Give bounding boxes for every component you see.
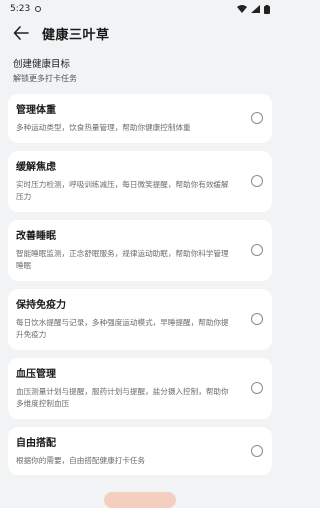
goal-title: 管理体重 [16, 105, 56, 116]
status-time: 5:23 [10, 4, 31, 14]
page-title: 健康三叶草 [42, 27, 110, 43]
goal-description: 智能睡眠监测，正念舒眠服务，规律运动助眠，帮助你科学管理睡眠 [16, 248, 229, 271]
intro-section: 创建健康目标 解锁更多打卡任务 [0, 48, 280, 88]
signal-icon [251, 5, 260, 13]
goal-title: 自由搭配 [16, 437, 56, 449]
goal-radio[interactable] [251, 382, 263, 394]
goal-title: 改善睡眠 [16, 230, 56, 242]
goal-card-blood-pressure[interactable]: 血压管理 血压测量计划与提醒，服药计划与提醒，盐分摄入控制，帮助你多维度控制血压 [8, 357, 272, 419]
goal-title: 保持免疫力 [16, 299, 66, 311]
goal-description: 根据你的需要，自由搭配健康打卡任务 [16, 455, 146, 465]
back-button[interactable] [12, 24, 30, 42]
notification-icon [35, 6, 42, 12]
goal-card-sleep[interactable]: 改善睡眠 智能睡眠监测，正念舒眠服务，规律运动助眠，帮助你科学管理睡眠 [8, 219, 272, 281]
intro-title: 创建健康目标 [13, 59, 71, 70]
status-bar: 5:23 [0, 0, 280, 18]
goal-card-immunity[interactable]: 保持免疫力 每日饮水提醒与记录，多种强度运动模式，早睡提醒，帮助你提升免疫力 [8, 288, 272, 350]
goal-description: 实时压力检测，呼吸训练减压，每日微笑提醒，帮助你有效缓解压力 [16, 179, 229, 202]
goal-description: 血压测量计划与提醒，服药计划与提醒，盐分摄入控制，帮助你多维度控制血压 [16, 386, 229, 409]
goal-list: 管理体重 多种运动类型，饮食热量管理，帮助你健康控制体重 缓解焦虑 实时压力检测… [0, 94, 280, 475]
goal-description: 每日饮水提醒与记录，多种强度运动模式，早睡提醒，帮助你提升免疫力 [16, 317, 229, 340]
goal-radio[interactable] [251, 244, 263, 256]
intro-subtitle: 解锁更多打卡任务 [13, 74, 77, 83]
goal-title: 缓解焦虑 [16, 161, 56, 173]
confirm-button[interactable] [104, 492, 176, 508]
goal-radio[interactable] [251, 313, 263, 325]
app-header: 健康三叶草 [0, 18, 280, 48]
goal-card-anxiety[interactable]: 缓解焦虑 实时压力检测，呼吸训练减压，每日微笑提醒，帮助你有效缓解压力 [8, 150, 272, 212]
goal-title: 血压管理 [16, 368, 56, 380]
goal-card-custom[interactable]: 自由搭配 根据你的需要，自由搭配健康打卡任务 [8, 426, 272, 475]
goal-radio[interactable] [251, 444, 263, 457]
goal-description: 多种运动类型，饮食热量管理，帮助你健康控制体重 [16, 123, 191, 132]
goal-card-weight[interactable]: 管理体重 多种运动类型，饮食热量管理，帮助你健康控制体重 [8, 94, 272, 143]
battery-icon [264, 4, 270, 14]
goal-radio[interactable] [251, 175, 263, 187]
goal-radio[interactable] [251, 112, 263, 125]
wifi-icon [237, 5, 247, 13]
arrow-left-icon [13, 26, 29, 40]
